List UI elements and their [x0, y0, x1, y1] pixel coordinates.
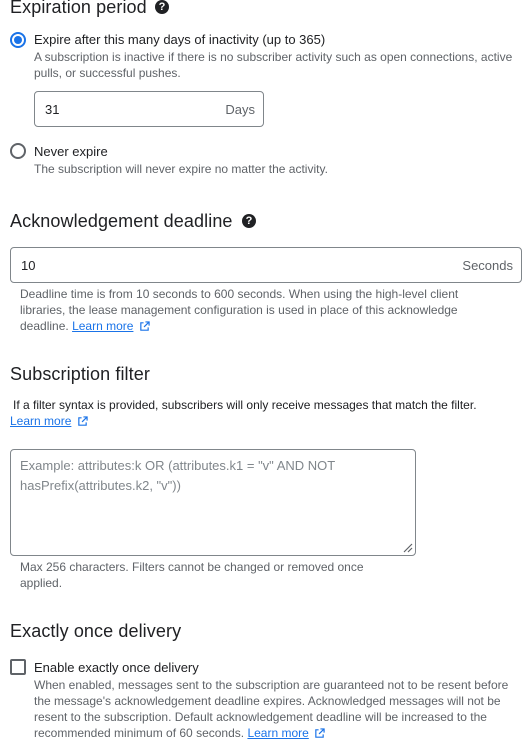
help-icon[interactable]: ? — [155, 0, 169, 14]
exactly-once-label[interactable]: Enable exactly once delivery — [34, 660, 199, 675]
help-icon[interactable]: ? — [242, 214, 256, 228]
radio-expire-label[interactable]: Expire after this many days of inactivit… — [34, 32, 325, 47]
ack-title: Acknowledgement deadline — [10, 211, 233, 231]
expiration-title: Expiration period — [10, 0, 147, 17]
exactly-once-title: Exactly once delivery — [10, 621, 182, 641]
filter-textarea[interactable]: Example: attributes:k OR (attributes.k1 … — [10, 449, 416, 556]
exactly-once-checkbox[interactable] — [10, 659, 26, 675]
ack-input-value[interactable]: 10 — [21, 258, 35, 273]
ack-deadline-field[interactable]: 10 Seconds — [10, 247, 522, 283]
filter-description: If a filter syntax is provided, subscrib… — [13, 398, 477, 412]
radio-never[interactable] — [10, 143, 26, 159]
radio-never-label[interactable]: Never expire — [34, 144, 108, 159]
days-input-value[interactable]: 31 — [45, 102, 59, 117]
radio-checked-icon[interactable] — [10, 32, 26, 48]
external-link-icon[interactable] — [77, 416, 88, 427]
days-field[interactable]: 31 Days — [34, 91, 264, 127]
radio-expire[interactable] — [10, 32, 26, 48]
filter-placeholder: Example: attributes:k OR (attributes.k1 … — [20, 458, 336, 493]
exactly-once-learn-more-link[interactable]: Learn more — [247, 726, 308, 740]
external-link-icon[interactable] — [139, 321, 150, 332]
radio-expire-helper: A subscription is inactive if there is n… — [34, 50, 513, 80]
days-suffix: Days — [225, 102, 255, 117]
external-link-icon[interactable] — [314, 728, 325, 739]
ack-suffix: Seconds — [462, 258, 513, 273]
resize-handle-icon[interactable] — [401, 541, 413, 553]
filter-learn-more-link[interactable]: Learn more — [10, 414, 71, 428]
filter-helper: Max 256 characters. Filters cannot be ch… — [20, 560, 364, 590]
ack-helper: Deadline time is from 10 seconds to 600 … — [20, 287, 459, 333]
filter-title: Subscription filter — [10, 364, 150, 384]
ack-learn-more-link[interactable]: Learn more — [72, 319, 133, 333]
exactly-once-helper: When enabled, messages sent to the subsc… — [34, 678, 509, 740]
filter-learn-more: Learn more — [10, 414, 88, 428]
radio-never-helper: The subscription will never expire no ma… — [34, 162, 328, 176]
radio-unchecked-icon[interactable] — [10, 143, 26, 159]
